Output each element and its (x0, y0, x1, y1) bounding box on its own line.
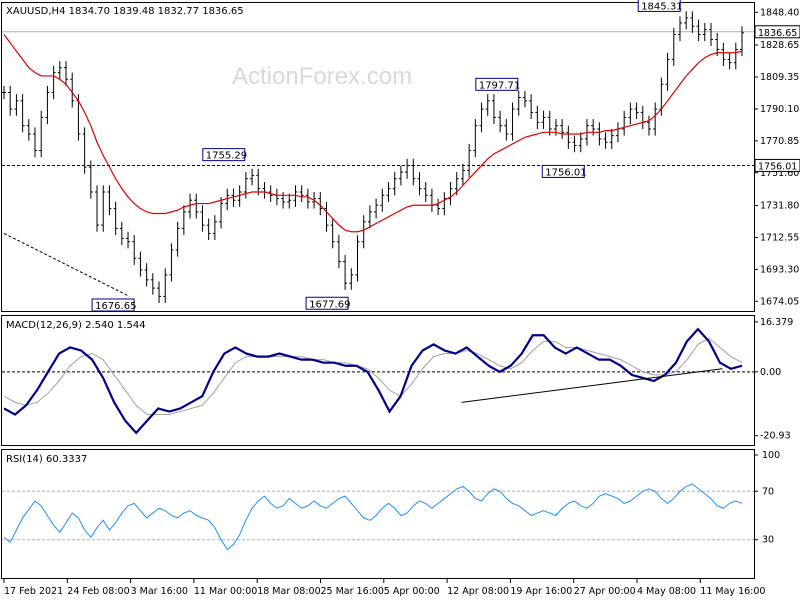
price-y-tick-label: 1828.65 (760, 40, 799, 51)
price-annotation-label: 1797.71 (479, 80, 520, 91)
macd-y-tick-label: -20.93 (760, 431, 791, 442)
watermark-text: ActionForex.com (232, 63, 412, 90)
rsi-y-tick-label: 30 (762, 535, 774, 546)
price-y-tick-label: 1770.85 (760, 136, 799, 147)
price-annotation: 1756.01 (541, 164, 587, 178)
price-annotation-label: 1677.69 (309, 299, 350, 310)
rsi-plot (2, 483, 754, 551)
x-tick-label: 12 Apr 08:00 (447, 586, 509, 597)
price-flag-label: 1836.65 (758, 28, 797, 39)
macd-trendline (461, 368, 723, 403)
price-annotation: 1676.65 (91, 298, 136, 312)
rsi-y-tick-label: 100 (762, 450, 780, 461)
x-tick-label: 27 Apr 00:00 (574, 586, 636, 597)
price-flag-label: 1756.01 (758, 161, 797, 172)
x-tick-label: 4 May 08:00 (637, 586, 696, 597)
price-y-tick-label: 1731.80 (760, 201, 799, 212)
x-tick-label: 11 May 16:00 (700, 586, 765, 597)
chart: ActionForex.com XAUUSD,H4 1834.70 1839.4… (1, 0, 800, 597)
price-plot: 1676.65 1755.29 1677.69 1797.71 1756.01 1845.… (2, 0, 754, 312)
price-annotation-label: 1676.65 (95, 301, 136, 312)
macd-panel-frame (1, 315, 755, 446)
x-tick-label: 24 Feb 08:00 (67, 586, 129, 597)
price-y-tick-label: 1674.05 (760, 296, 799, 307)
price-annotation: 1755.29 (202, 148, 247, 162)
x-tick-label: 3 Mar 16:00 (131, 586, 188, 597)
price-y-tick-label: 1848.40 (760, 7, 799, 18)
price-y-tick-label: 1712.55 (760, 232, 799, 243)
price-y-tick-label: 1693.30 (760, 264, 799, 275)
price-y-tick-label: 1790.10 (760, 104, 799, 115)
macd-plot (2, 327, 754, 435)
x-tick-label: 17 Feb 2021 (4, 586, 63, 597)
price-annotation: 1797.71 (475, 77, 520, 91)
x-tick-label: 5 Apr 00:00 (384, 586, 440, 597)
x-tick-label: 19 Apr 16:00 (510, 586, 572, 597)
price-annotation: 1677.69 (305, 296, 350, 310)
x-tick-label: 25 Mar 16:00 (321, 586, 384, 597)
rsi-y-tick-label: 70 (762, 486, 774, 497)
macd-header: MACD(12,26,9) 2.540 1.544 (6, 320, 146, 331)
price-y-tick-label: 1809.35 (760, 72, 799, 83)
price-annotation-label: 1756.01 (545, 167, 586, 178)
price-panel-frame (1, 2, 755, 312)
macd-y-tick-label: 0.00 (760, 367, 781, 378)
price-annotation: 1845.31 (637, 0, 683, 12)
price-header: XAUUSD,H4 1834.70 1839.48 1832.77 1836.6… (6, 6, 244, 17)
macd-y-tick-label: 16.379 (760, 317, 793, 328)
price-annotation-label: 1755.29 (206, 151, 247, 162)
x-tick-label: 18 Mar 08:00 (257, 586, 320, 597)
rsi-header: RSI(14) 60.3337 (6, 454, 87, 465)
x-tick-label: 11 Mar 00:00 (194, 586, 257, 597)
price-annotation-label: 1845.31 (641, 1, 682, 12)
price-trendline (3, 232, 130, 297)
